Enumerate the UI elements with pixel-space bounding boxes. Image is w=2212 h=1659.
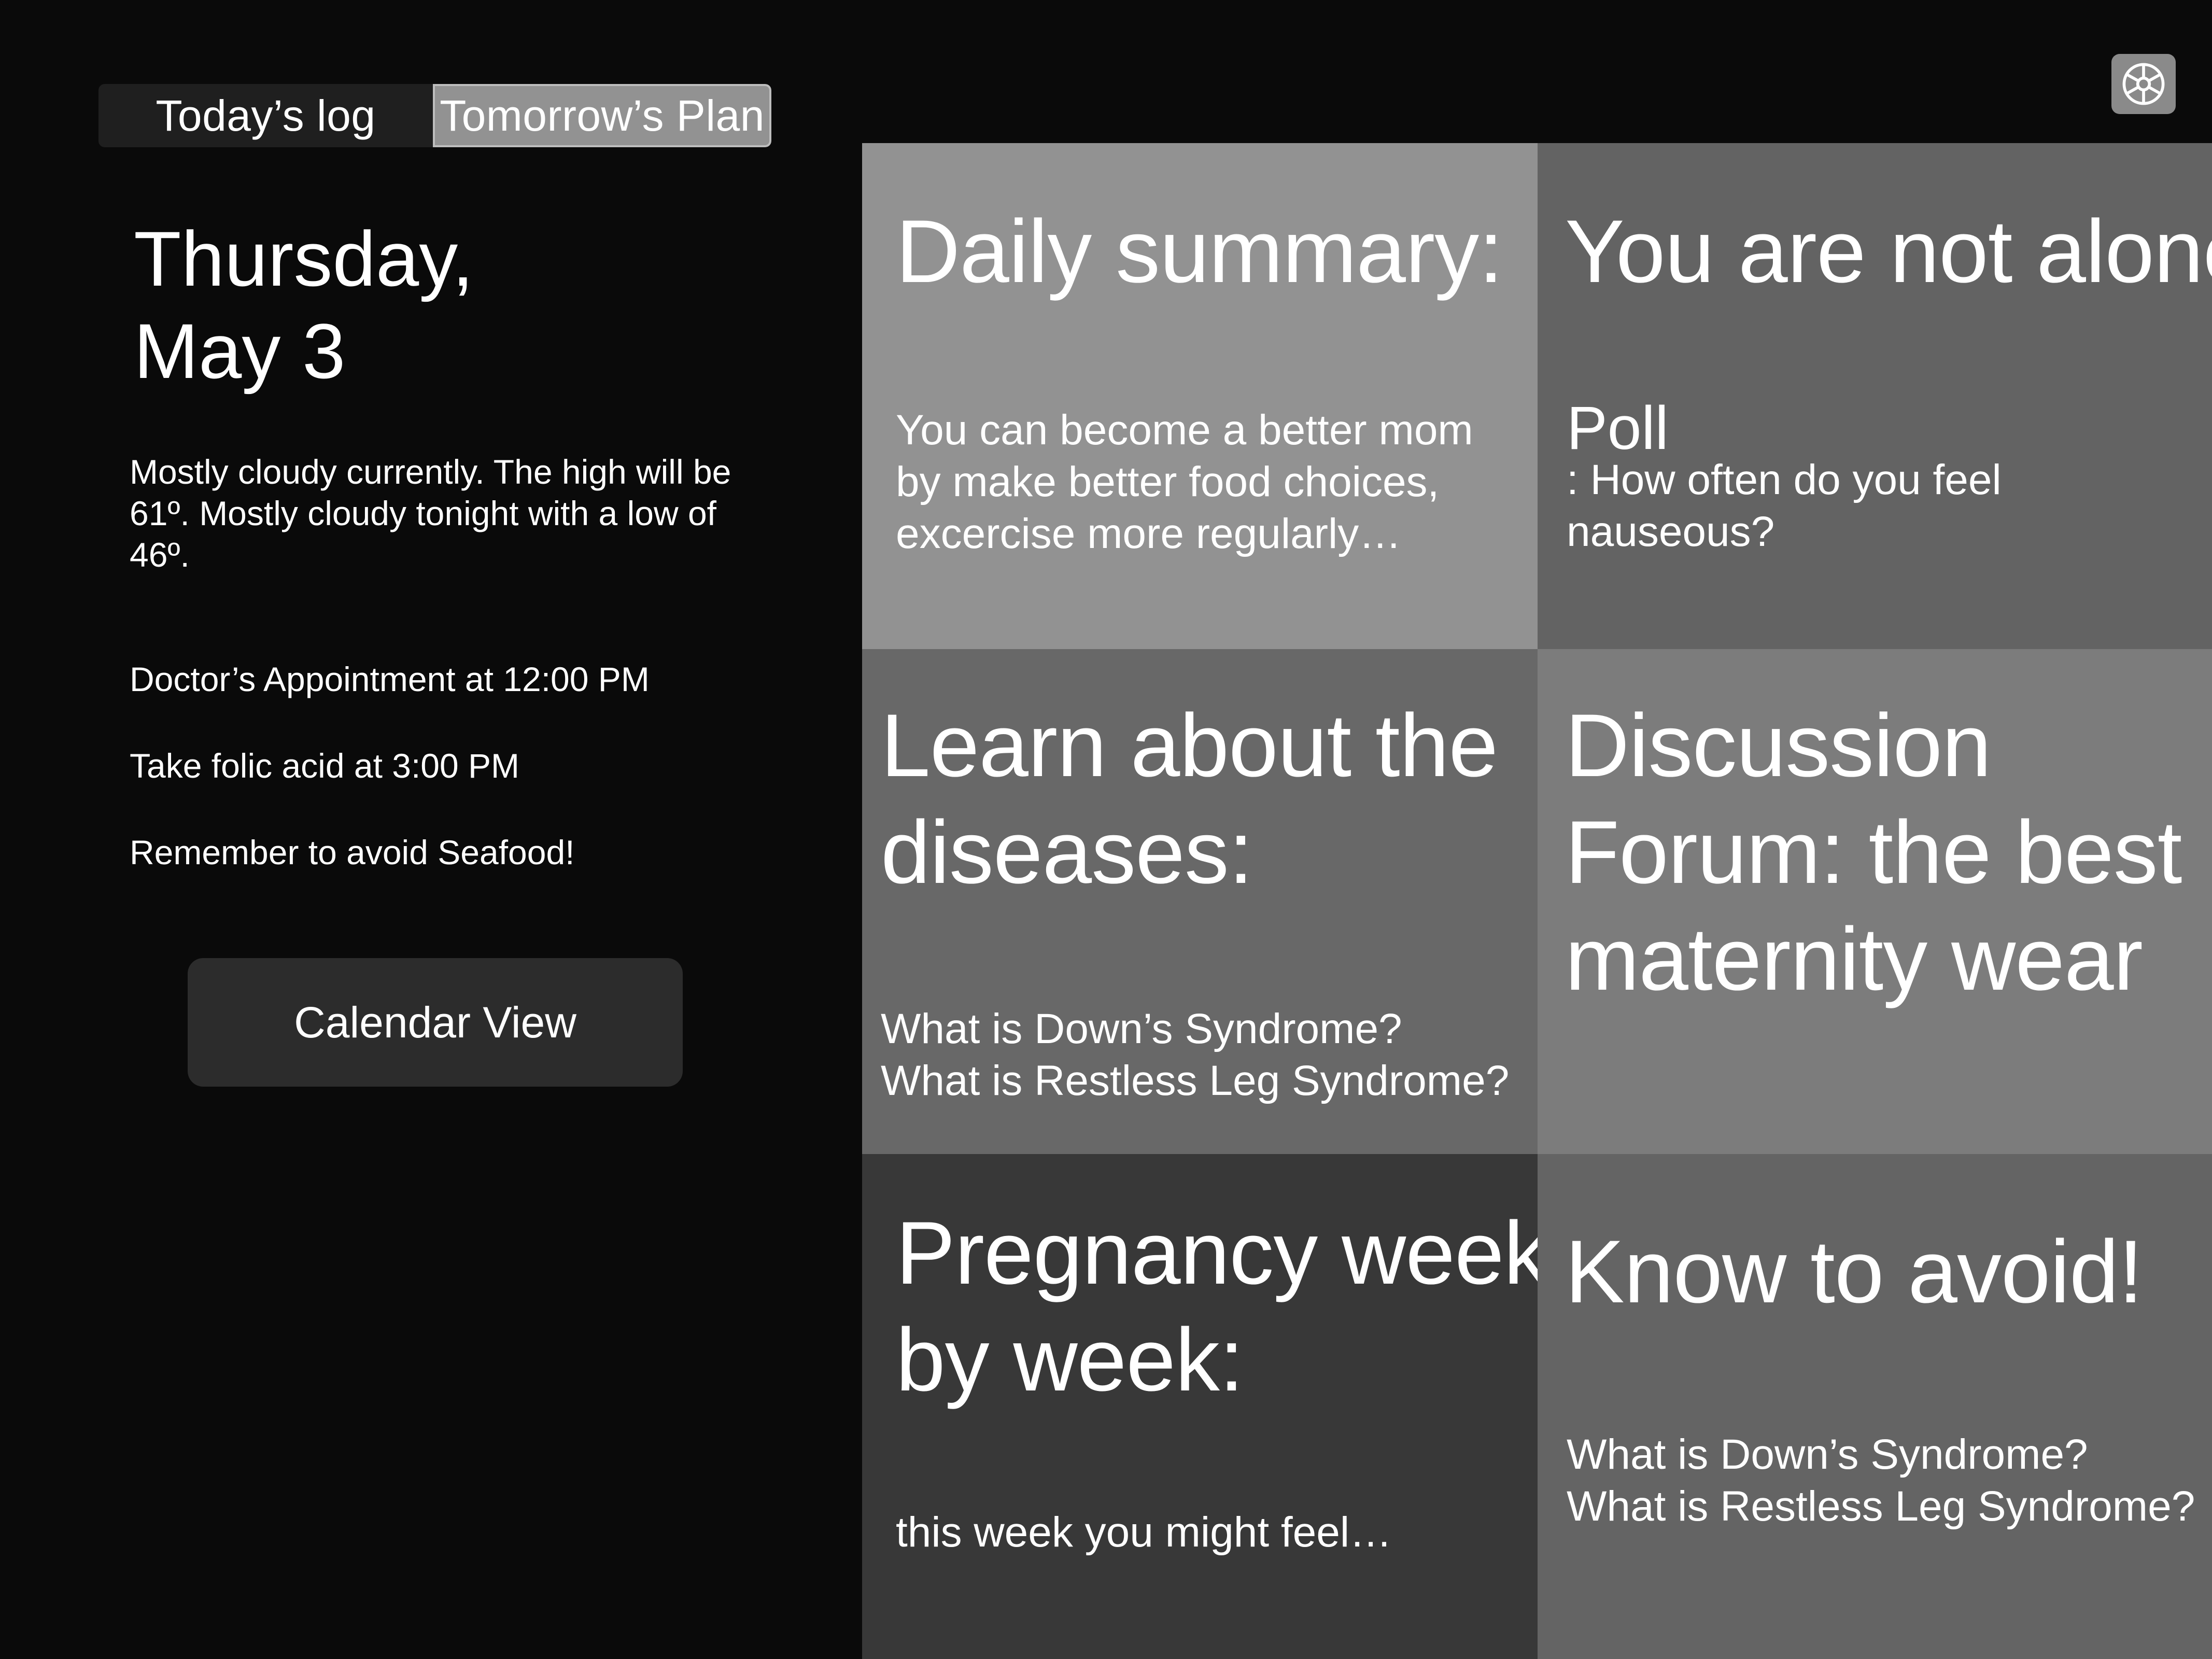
tile-title-line: Learn about the (881, 696, 1498, 795)
tile-title-line: diseases: (881, 803, 1253, 902)
gear-icon (2122, 63, 2165, 105)
tile-title: You are not alone (1565, 202, 2212, 301)
tile-title-line: by week: (896, 1310, 1244, 1410)
poll-text: nauseous? (1567, 508, 1775, 555)
tile-know-to-avoid[interactable]: Know to avoid! What is Down’s Syndrome? … (1538, 1154, 2212, 1659)
avoid-link[interactable]: What is Down’s Syndrome? (1567, 1429, 2195, 1481)
poll-label: Poll (1567, 394, 1669, 462)
tile-daily-summary[interactable]: Daily summary: You can become a better m… (862, 143, 1538, 649)
calendar-view-button[interactable]: Calendar View (188, 958, 683, 1087)
weather-line: 46º. (130, 536, 190, 574)
tile-discussion-forum[interactable]: Discussion Forum: the best maternity wea… (1538, 649, 2212, 1154)
reminder-item: Take folic acid at 3:00 PM (130, 747, 520, 785)
tile-title-line: Forum: the best (1565, 803, 2182, 902)
tile-body: What is Down’s Syndrome? What is Restles… (881, 1003, 1509, 1107)
date-heading: Thursday, May 3 (134, 213, 474, 397)
tab-tomorrows-plan[interactable]: Tomorrow’s Plan (433, 84, 771, 147)
weather-line: 61º. Mostly cloudy tonight with a low of (130, 494, 716, 532)
reminder-item: Remember to avoid Seafood! (130, 833, 575, 871)
tile-title: Know to avoid! (1565, 1222, 2143, 1321)
tile-title: Daily summary: (896, 202, 1503, 301)
tile-body-line: You can become a better mom (896, 406, 1473, 454)
tab-todays-log[interactable]: Today’s log (98, 84, 433, 147)
date-label: May 3 (134, 307, 346, 395)
disease-link[interactable]: What is Down’s Syndrome? (881, 1003, 1509, 1055)
tile-body: What is Down’s Syndrome? What is Restles… (1567, 1429, 2195, 1533)
poll-question: Poll: How often do you feel nauseous? (1567, 394, 2002, 558)
tile-title: Pregnancy week by week: (896, 1200, 1538, 1413)
tile-title: Learn about the diseases: (881, 692, 1498, 906)
poll-text: : How often do you feel (1567, 456, 2002, 503)
weather-line: Mostly cloudy currently. The high will b… (130, 453, 731, 491)
tile-title-line: Discussion (1565, 696, 1992, 795)
tile-title-line: maternity wear (1565, 909, 2143, 1009)
day-segmented-control: Today’s log Tomorrow’s Plan (98, 84, 771, 147)
tile-body: You can become a better mom by make bett… (896, 404, 1473, 560)
tile-learn-diseases[interactable]: Learn about the diseases: What is Down’s… (862, 649, 1538, 1154)
tile-title: Discussion Forum: the best maternity wea… (1565, 692, 2182, 1013)
tile-body-line: by make better food choices, (896, 458, 1440, 505)
settings-button[interactable] (2111, 54, 2176, 114)
tile-body: this week you might feel… (896, 1509, 1392, 1556)
tile-body-line: excercise more regularly… (896, 510, 1402, 557)
disease-link[interactable]: What is Restless Leg Syndrome? (881, 1055, 1509, 1107)
tile-you-are-not-alone[interactable]: You are not alone Poll: How often do you… (1538, 143, 2212, 649)
avoid-link[interactable]: What is Restless Leg Syndrome? (1567, 1481, 2195, 1533)
weekday-label: Thursday, (134, 215, 474, 302)
tile-title-line: Pregnancy week (896, 1203, 1538, 1303)
weather-summary: Mostly cloudy currently. The high will b… (130, 451, 762, 575)
app-screen: Today’s log Tomorrow’s Plan Thursday, Ma… (0, 0, 2212, 1659)
reminder-item: Doctor’s Appointment at 12:00 PM (130, 660, 650, 698)
tile-pregnancy-week[interactable]: Pregnancy week by week: this week you mi… (862, 1154, 1538, 1659)
